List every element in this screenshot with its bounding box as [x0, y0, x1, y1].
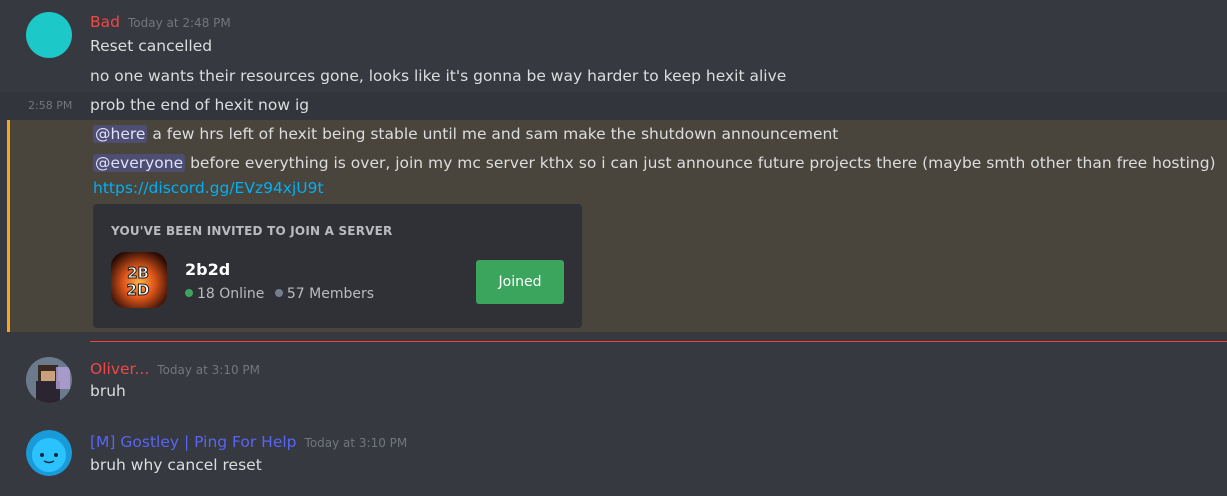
message-text: @here a few hrs left of hexit being stab… [93, 125, 838, 143]
message-text: no one wants their resources gone, looks… [90, 67, 787, 85]
invite-header: YOU'VE BEEN INVITED TO JOIN A SERVER [111, 224, 393, 238]
author-name[interactable]: Bad [90, 13, 120, 31]
avatar[interactable] [26, 357, 72, 403]
here-message-text: a few hrs left of hexit being stable unt… [152, 125, 839, 143]
message-text: prob the end of hexit now ig [90, 96, 310, 114]
new-messages-divider [90, 341, 1227, 342]
invite-link[interactable]: https://discord.gg/EVz94xjU9t [93, 179, 324, 197]
server-icon[interactable]: 2B 2D [111, 252, 167, 308]
mention-highlight-block: @here a few hrs left of hexit being stab… [7, 120, 1227, 332]
message-text: @everyone before everything is over, joi… [93, 154, 1216, 172]
timestamp: Today at 3:10 PM [157, 363, 261, 377]
everyone-message-text: before everything is over, join my mc se… [190, 154, 1216, 172]
server-name[interactable]: 2b2d [185, 260, 230, 279]
message-text: bruh why cancel reset [90, 456, 262, 474]
message-header: Oliver... Today at 3:10 PM [90, 359, 260, 378]
svg-text:2D: 2D [127, 281, 150, 299]
message-text: Reset cancelled [90, 37, 213, 55]
ghost-avatar-icon [26, 430, 72, 476]
timestamp: Today at 3:10 PM [304, 436, 408, 450]
online-count: 18 Online [197, 286, 265, 302]
author-name[interactable]: Oliver... [90, 360, 149, 378]
author-name[interactable]: [M] Gostley | Ping For Help [90, 433, 297, 451]
message-header: Bad Today at 2:48 PM [90, 12, 231, 31]
joined-button[interactable]: Joined [476, 260, 564, 304]
timestamp: 2:58 PM [28, 99, 73, 112]
everyone-mention[interactable]: @everyone [93, 154, 186, 172]
server-invite-card: YOU'VE BEEN INVITED TO JOIN A SERVER 2B … [93, 204, 582, 328]
server-logo-icon: 2B 2D [111, 252, 167, 308]
message-header: [M] Gostley | Ping For Help Today at 3:10… [90, 432, 407, 451]
avatar[interactable] [26, 12, 72, 58]
avatar-image-icon [26, 357, 72, 403]
here-mention[interactable]: @here [93, 125, 148, 143]
timestamp: Today at 2:48 PM [127, 16, 231, 30]
svg-text:2B: 2B [127, 264, 149, 282]
avatar[interactable] [26, 430, 72, 476]
members-dot-icon [274, 289, 283, 297]
message-row-hovered[interactable]: 2:58 PM prob the end of hexit now ig [0, 92, 1227, 120]
member-count: 57 Members [286, 286, 375, 302]
server-stats: 18 Online 57 Members [185, 286, 374, 302]
online-dot-icon [185, 289, 193, 297]
message-text: bruh [90, 382, 126, 400]
